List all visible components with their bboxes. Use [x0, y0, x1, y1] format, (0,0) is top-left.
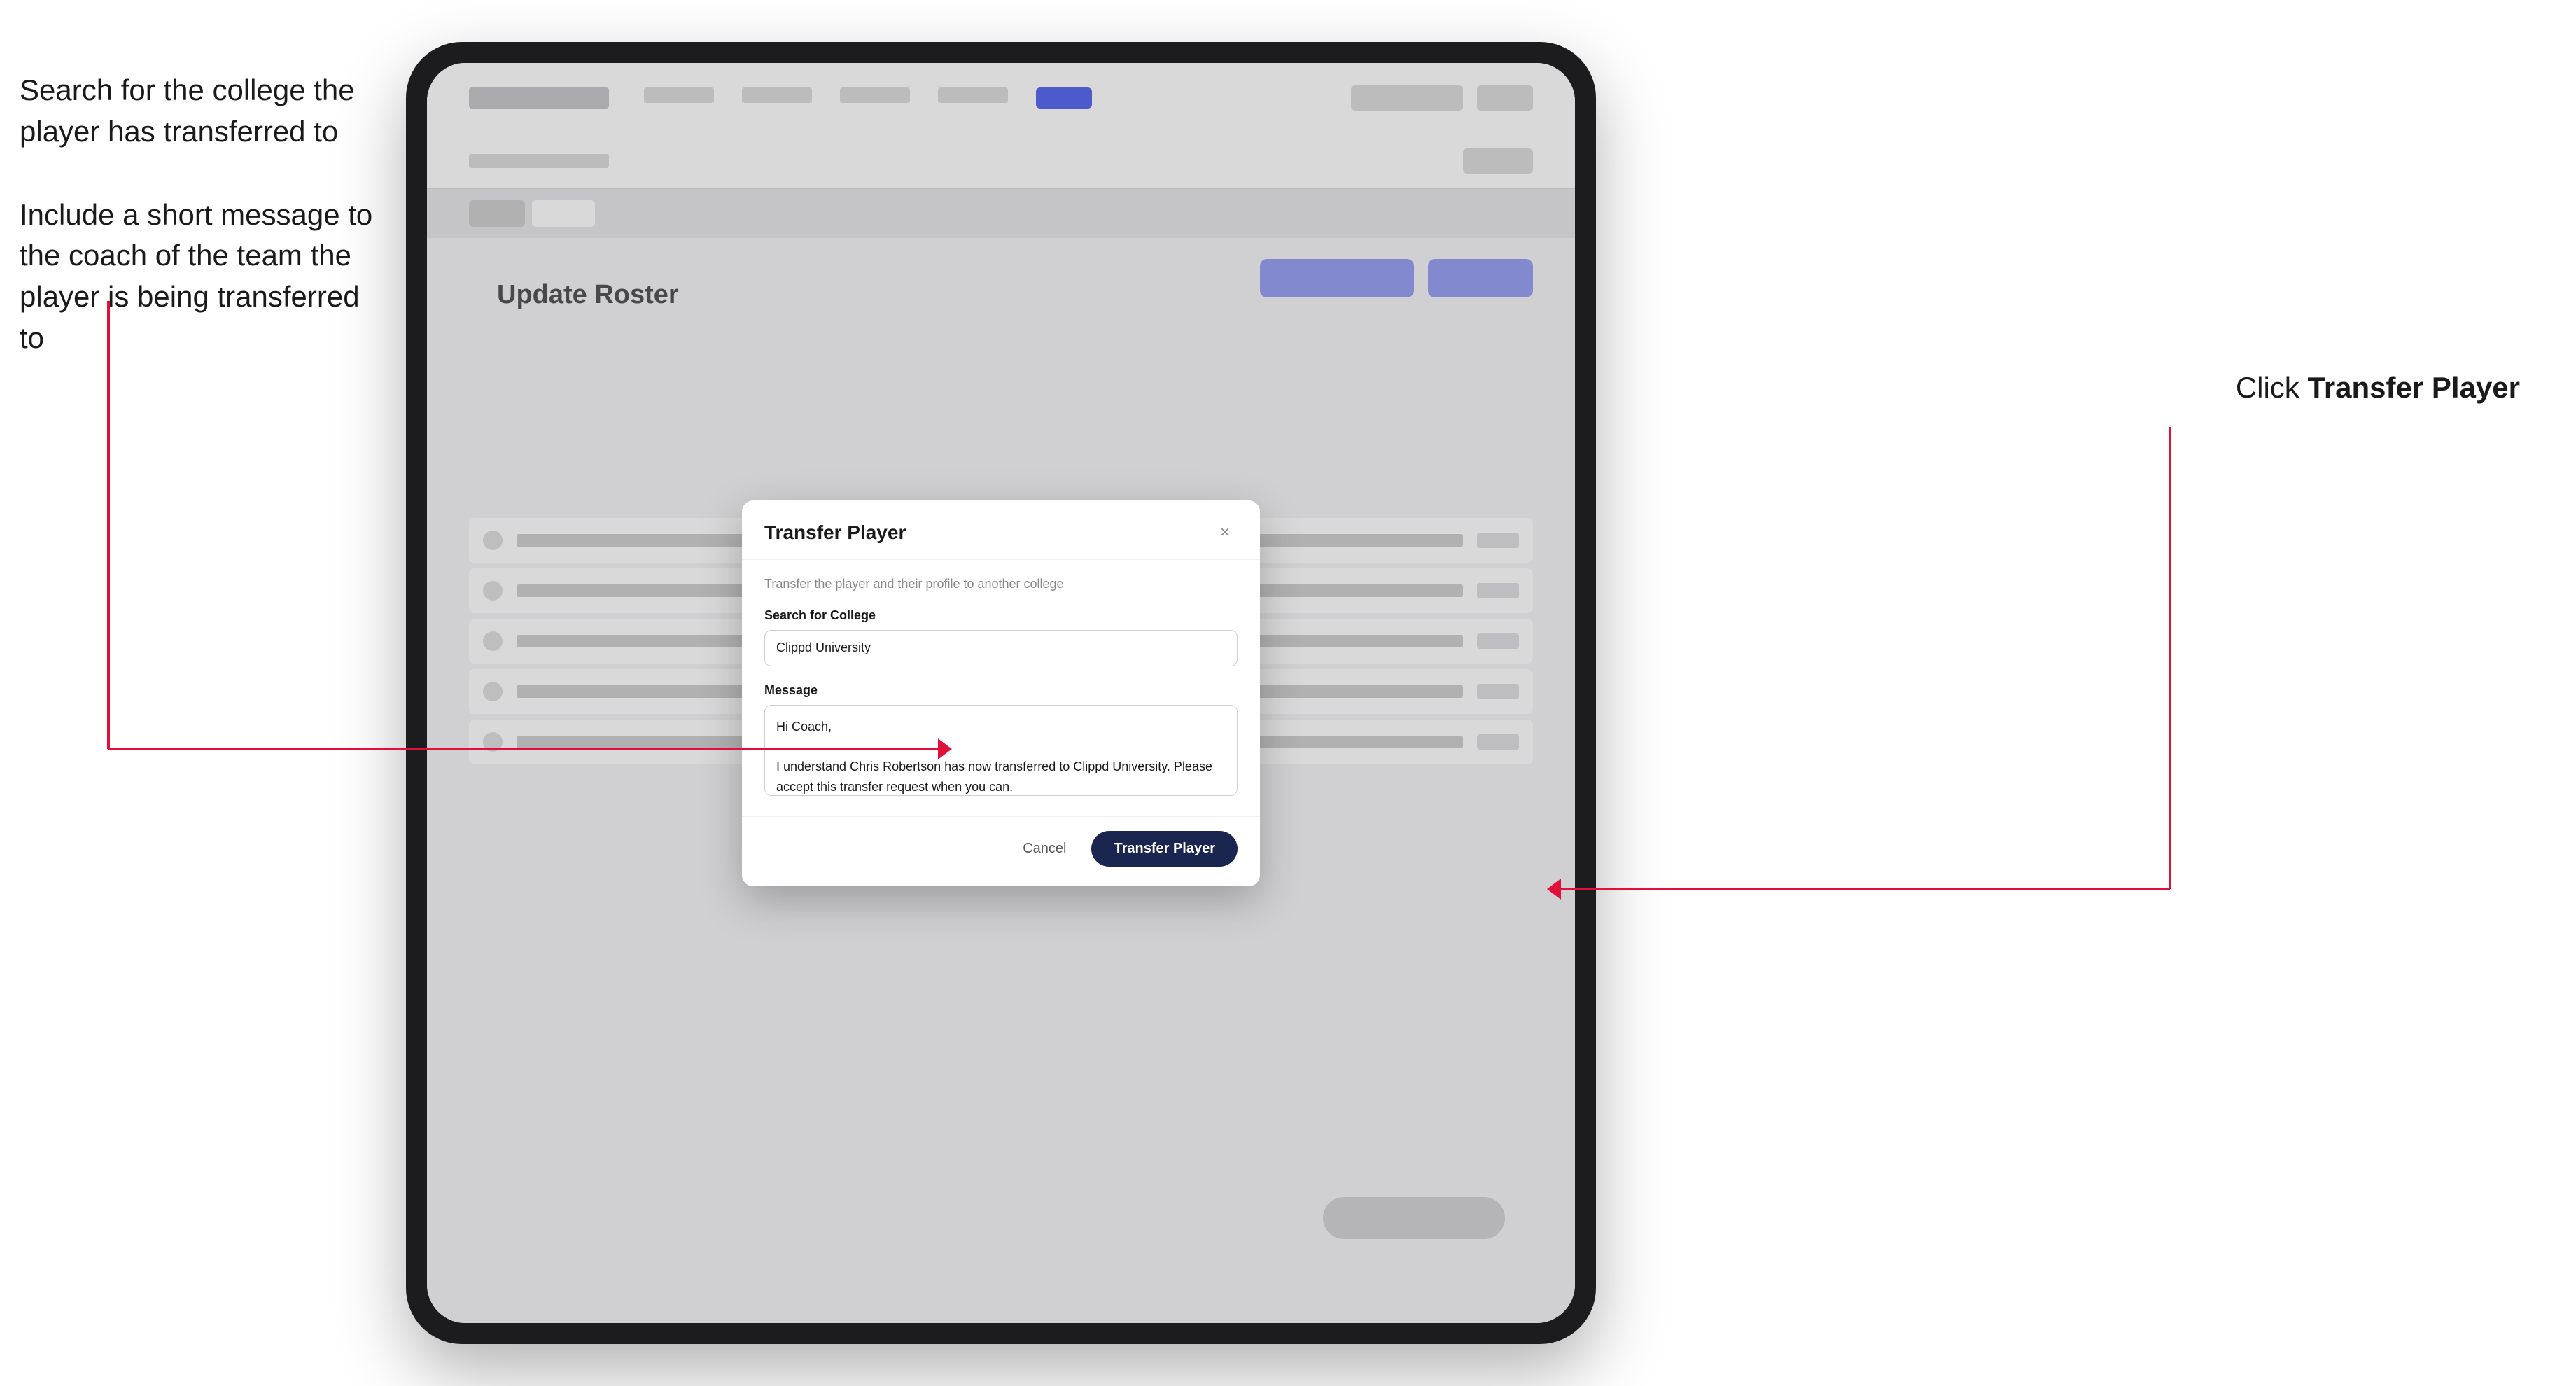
- annotation-message-text: Include a short message to the coach of …: [20, 195, 384, 359]
- modal-header: Transfer Player ×: [742, 500, 1260, 560]
- annotation-search-text: Search for the college the player has tr…: [20, 70, 384, 153]
- message-textarea[interactable]: Hi Coach, I understand Chris Robertson h…: [764, 705, 1238, 796]
- modal-subtitle: Transfer the player and their profile to…: [764, 577, 1238, 592]
- annotation-right: Click Transfer Player: [2236, 371, 2520, 405]
- tablet-screen: Update Roster Transfer Player × Transfer…: [427, 63, 1575, 1323]
- search-college-input[interactable]: [764, 630, 1238, 666]
- cancel-button[interactable]: Cancel: [1011, 834, 1077, 864]
- tablet-frame: Update Roster Transfer Player × Transfer…: [406, 42, 1596, 1344]
- transfer-player-button[interactable]: Transfer Player: [1091, 831, 1238, 867]
- annotation-left: Search for the college the player has tr…: [20, 70, 384, 401]
- modal-title: Transfer Player: [764, 522, 906, 544]
- annotation-transfer-bold: Transfer Player: [2307, 371, 2520, 404]
- annotation-click-text: Click: [2236, 371, 2308, 404]
- modal-body: Transfer the player and their profile to…: [742, 560, 1260, 816]
- modal-footer: Cancel Transfer Player: [742, 816, 1260, 886]
- modal-overlay: Transfer Player × Transfer the player an…: [427, 63, 1575, 1323]
- message-label: Message: [764, 683, 1238, 698]
- search-college-label: Search for College: [764, 608, 1238, 623]
- transfer-player-modal: Transfer Player × Transfer the player an…: [742, 500, 1260, 886]
- modal-close-button[interactable]: ×: [1212, 520, 1238, 545]
